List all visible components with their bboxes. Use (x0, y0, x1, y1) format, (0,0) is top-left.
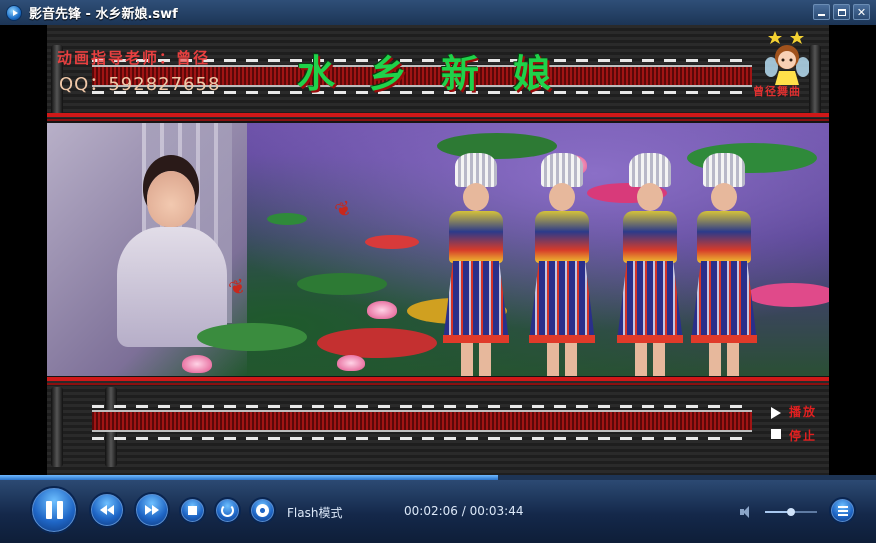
flash-stop-icon[interactable] (771, 429, 781, 439)
playlist-button[interactable] (829, 497, 856, 524)
stop-button[interactable] (179, 497, 206, 524)
window-controls: ✕ (813, 4, 870, 20)
lily-pad (365, 235, 419, 249)
woman-head (147, 171, 195, 227)
volume-knob[interactable] (787, 508, 795, 516)
credit-text: 动画指导老师：曾径 (57, 49, 211, 67)
flash-play-label[interactable]: 播放 (789, 403, 817, 420)
dancer-figure (613, 153, 687, 376)
fairy-caption: 曾径舞曲 (753, 85, 801, 98)
flash-play-icon[interactable] (771, 407, 781, 419)
video-area[interactable]: 动画指导老师：曾径 QQ：592827658 水乡新娘 曾径舞曲 ❦ ❦ 播放 … (0, 25, 876, 475)
rewind-icon (100, 505, 114, 515)
red-border-line (47, 383, 829, 385)
pause-button[interactable] (30, 486, 78, 534)
pause-icon (45, 501, 63, 519)
open-disc-button[interactable] (249, 497, 276, 524)
minimize-button[interactable] (813, 4, 830, 20)
stop-icon (188, 506, 197, 515)
speaker-icon[interactable] (740, 506, 754, 518)
playlist-icon (837, 505, 848, 516)
lotus-flower (367, 301, 397, 319)
minimize-icon (818, 14, 825, 16)
fast-forward-button[interactable] (134, 492, 170, 528)
control-bar: Flash模式 00:02:06 / 00:03:44 (0, 480, 876, 543)
playback-time: 00:02:06 / 00:03:44 (404, 504, 524, 518)
lily-pad (297, 273, 387, 295)
rewind-button[interactable] (89, 492, 125, 528)
play-circle-icon[interactable] (6, 4, 22, 21)
butterfly-icon: ❦ (331, 194, 356, 224)
red-border-line (47, 377, 829, 381)
loop-icon (221, 504, 234, 517)
dancer-figure (439, 153, 513, 376)
song-title: 水乡新娘 (297, 51, 586, 96)
lotus-flower (337, 355, 365, 371)
flash-controls: 播放 停止 (767, 403, 825, 449)
playback-mode: Flash模式 (287, 506, 343, 520)
lily-pad (267, 213, 307, 225)
window-title: 影音先锋 - 水乡新娘.swf (29, 7, 178, 22)
disc-icon (256, 504, 269, 517)
title-bar[interactable]: 影音先锋 - 水乡新娘.swf ✕ (0, 0, 876, 25)
flash-stage[interactable]: 动画指导老师：曾径 QQ：592827658 水乡新娘 曾径舞曲 ❦ ❦ 播放 … (47, 25, 829, 475)
volume-slider[interactable] (765, 508, 817, 516)
fairy-icon (765, 31, 809, 85)
frame-post (809, 45, 821, 115)
frame-post (51, 387, 63, 467)
bottom-rail (92, 410, 752, 432)
dance-scene: ❦ ❦ (47, 123, 829, 376)
decor-dash-line (92, 437, 752, 440)
loop-button[interactable] (214, 497, 241, 524)
maximize-icon (837, 8, 846, 16)
lily-pad (197, 323, 307, 351)
lotus-flower (182, 355, 212, 373)
fast-forward-icon (145, 505, 159, 515)
qq-text: QQ：592827658 (59, 74, 221, 95)
decor-dash-line (92, 405, 752, 408)
dancer-figure (525, 153, 599, 376)
flash-stop-label[interactable]: 停止 (789, 427, 817, 444)
red-border-line (47, 119, 829, 121)
lily-pad (317, 328, 437, 358)
red-border-line (47, 113, 829, 117)
close-button[interactable]: ✕ (853, 4, 870, 20)
close-icon: ✕ (856, 5, 867, 19)
dancer-figure (687, 153, 761, 376)
maximize-button[interactable] (833, 4, 850, 20)
